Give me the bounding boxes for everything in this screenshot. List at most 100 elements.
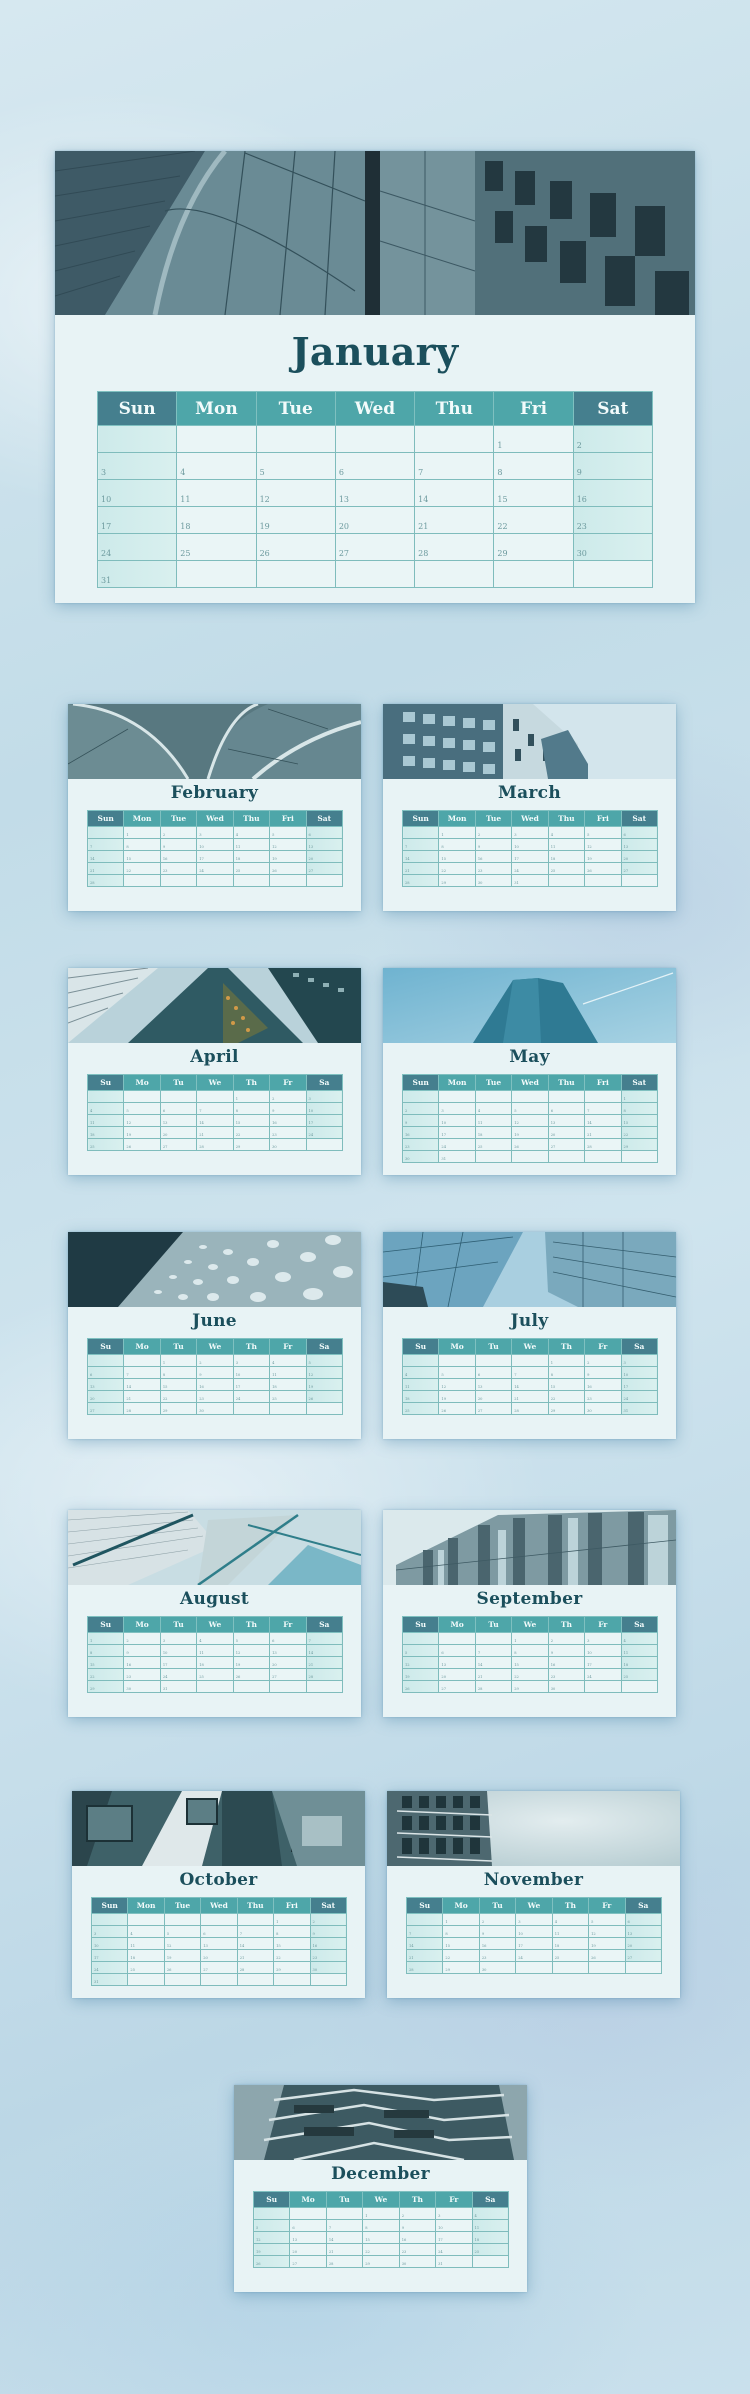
- day-cell[interactable]: 5: [511, 1102, 549, 1115]
- day-cell[interactable]: 15: [362, 2231, 400, 2244]
- day-cell[interactable]: 22: [438, 862, 476, 875]
- day-cell[interactable]: 20: [620, 850, 659, 863]
- day-cell[interactable]: 8: [86, 1644, 125, 1657]
- day-cell[interactable]: 10: [305, 1102, 344, 1115]
- day-cell[interactable]: 13: [269, 1644, 307, 1657]
- day-cell[interactable]: 9: [572, 452, 654, 480]
- day-cell[interactable]: 21: [236, 1949, 275, 1962]
- day-cell[interactable]: 12: [305, 1366, 344, 1379]
- day-cell[interactable]: 5: [584, 826, 622, 839]
- day-cell[interactable]: 2: [398, 2207, 437, 2220]
- day-cell[interactable]: 15: [159, 1378, 198, 1391]
- day-cell[interactable]: 23: [474, 862, 513, 875]
- day-cell[interactable]: 30: [572, 533, 654, 561]
- day-cell[interactable]: 22: [493, 506, 574, 534]
- day-cell[interactable]: 24: [511, 862, 549, 875]
- day-cell[interactable]: 25: [401, 1402, 440, 1415]
- day-cell[interactable]: 21: [123, 1390, 161, 1403]
- day-cell[interactable]: 17: [438, 1126, 476, 1139]
- day-cell[interactable]: 6: [438, 1644, 476, 1657]
- day-cell[interactable]: 21: [86, 862, 125, 875]
- day-cell[interactable]: 4: [176, 452, 257, 480]
- day-cell[interactable]: 16: [309, 1937, 348, 1950]
- day-cell[interactable]: 14: [123, 1378, 161, 1391]
- day-cell[interactable]: 12: [511, 1114, 549, 1127]
- day-cell[interactable]: 2: [309, 1913, 348, 1926]
- day-cell[interactable]: 19: [255, 506, 336, 534]
- day-cell[interactable]: 5: [255, 452, 336, 480]
- day-cell[interactable]: 19: [584, 850, 622, 863]
- day-cell[interactable]: 23: [584, 1390, 622, 1403]
- day-cell[interactable]: 9: [123, 1644, 161, 1657]
- day-cell[interactable]: 9: [269, 1102, 307, 1115]
- day-cell[interactable]: 20: [86, 1390, 125, 1403]
- day-cell[interactable]: 6: [200, 1925, 238, 1938]
- day-cell[interactable]: 28: [196, 1138, 234, 1151]
- day-cell[interactable]: 10: [196, 838, 234, 851]
- day-cell[interactable]: 25: [620, 1668, 659, 1681]
- day-cell[interactable]: 18: [474, 1126, 513, 1139]
- day-cell[interactable]: 30: [478, 1961, 517, 1974]
- day-cell[interactable]: 11: [232, 838, 271, 851]
- day-cell[interactable]: 27: [624, 1949, 663, 1962]
- day-cell[interactable]: 29: [547, 1402, 586, 1415]
- day-cell[interactable]: 10: [96, 479, 178, 507]
- day-cell[interactable]: 31: [438, 1150, 476, 1163]
- day-cell[interactable]: 14: [584, 1114, 622, 1127]
- day-cell[interactable]: 13: [624, 1925, 663, 1938]
- day-cell[interactable]: 15: [86, 1656, 125, 1669]
- day-cell[interactable]: 21: [584, 1126, 622, 1139]
- day-cell[interactable]: 15: [438, 850, 476, 863]
- day-cell[interactable]: 7: [305, 1632, 344, 1645]
- day-cell[interactable]: 22: [123, 862, 161, 875]
- day-cell[interactable]: 23: [269, 1126, 307, 1139]
- day-cell[interactable]: 3: [159, 1632, 198, 1645]
- day-cell[interactable]: 25: [551, 1949, 590, 1962]
- day-cell[interactable]: 14: [86, 850, 125, 863]
- day-cell[interactable]: 12: [163, 1937, 202, 1950]
- day-cell[interactable]: 24: [584, 1668, 622, 1681]
- day-cell[interactable]: 10: [438, 1114, 476, 1127]
- day-cell[interactable]: 4: [551, 1913, 590, 1926]
- day-cell[interactable]: 8: [442, 1925, 480, 1938]
- day-cell[interactable]: 24: [96, 533, 178, 561]
- day-cell[interactable]: 23: [309, 1949, 348, 1962]
- day-cell[interactable]: 4: [127, 1925, 165, 1938]
- day-cell[interactable]: 6: [547, 1102, 586, 1115]
- day-cell[interactable]: 2: [401, 1102, 440, 1115]
- day-cell[interactable]: 11: [269, 1366, 307, 1379]
- day-cell[interactable]: 15: [232, 1114, 271, 1127]
- day-cell[interactable]: 25: [474, 1138, 513, 1151]
- day-cell[interactable]: 31: [511, 874, 549, 887]
- day-cell[interactable]: 15: [547, 1378, 586, 1391]
- day-cell[interactable]: 9: [196, 1366, 234, 1379]
- day-cell[interactable]: 17: [232, 1378, 271, 1391]
- day-cell[interactable]: 27: [620, 862, 659, 875]
- day-cell[interactable]: 2: [547, 1632, 586, 1645]
- day-cell[interactable]: 9: [401, 1114, 440, 1127]
- day-cell[interactable]: 17: [620, 1378, 659, 1391]
- day-cell[interactable]: 9: [547, 1644, 586, 1657]
- day-cell[interactable]: 26: [401, 1680, 440, 1693]
- day-cell[interactable]: 3: [96, 452, 178, 480]
- day-cell[interactable]: 11: [86, 1114, 125, 1127]
- day-cell[interactable]: 20: [269, 1656, 307, 1669]
- day-cell[interactable]: 21: [196, 1126, 234, 1139]
- day-cell[interactable]: 7: [196, 1102, 234, 1115]
- day-cell[interactable]: 8: [547, 1366, 586, 1379]
- day-cell[interactable]: 13: [474, 1378, 513, 1391]
- day-cell[interactable]: 15: [273, 1937, 311, 1950]
- day-cell[interactable]: 5: [163, 1925, 202, 1938]
- day-cell[interactable]: 21: [405, 1949, 444, 1962]
- day-cell[interactable]: 3: [584, 1632, 622, 1645]
- day-cell[interactable]: 7: [414, 452, 495, 480]
- day-cell[interactable]: 4: [86, 1102, 125, 1115]
- day-cell[interactable]: 8: [273, 1925, 311, 1938]
- day-cell[interactable]: 26: [511, 1138, 549, 1151]
- day-cell[interactable]: 1: [511, 1632, 549, 1645]
- day-cell[interactable]: 17: [511, 850, 549, 863]
- day-cell[interactable]: 6: [474, 1366, 513, 1379]
- day-cell[interactable]: 8: [232, 1102, 271, 1115]
- day-cell[interactable]: 17: [90, 1949, 129, 1962]
- day-cell[interactable]: 24: [620, 1390, 659, 1403]
